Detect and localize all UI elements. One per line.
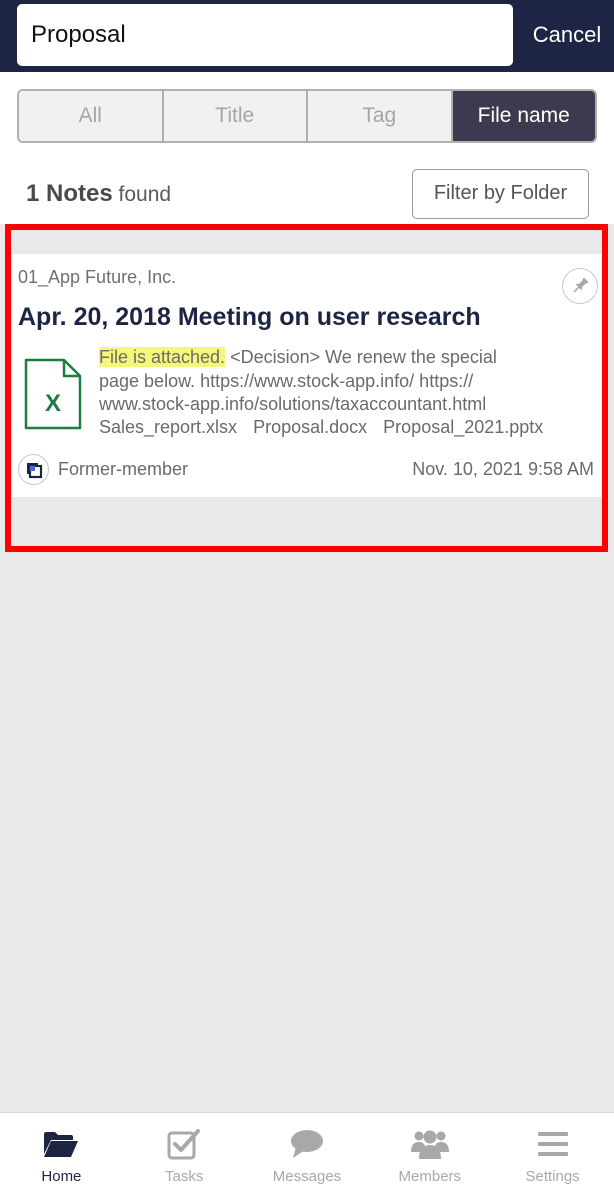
tab-label: Tasks [165,1168,204,1185]
filter-area: All Title Tag File name 1 Notes found Fi… [0,72,614,224]
tab-label: Members [398,1168,462,1185]
folder-open-icon [42,1127,80,1161]
results-count-number: 1 Notes [26,180,113,207]
filter-by-folder-button[interactable]: Filter by Folder [412,169,589,219]
menu-icon [534,1127,572,1161]
tab-bar: Home Tasks Messages Members Settings [0,1112,614,1201]
speech-bubble-icon [288,1127,326,1161]
search-scope-selector: All Title Tag File name [17,89,597,143]
highlight-frame [5,224,608,552]
tab-label: Messages [272,1168,342,1185]
tab-home[interactable]: Home [0,1113,123,1201]
cancel-button[interactable]: Cancel [520,4,614,66]
checkbox-icon [165,1127,203,1161]
tab-label: Settings [525,1168,580,1185]
people-icon [410,1127,449,1161]
results-count: 1 Notes found [26,180,171,208]
tab-label: Home [41,1168,82,1185]
tab-tasks[interactable]: Tasks [123,1113,246,1201]
search-input[interactable] [17,4,513,66]
tab-members[interactable]: Members [368,1113,491,1201]
tab-settings[interactable]: Settings [491,1113,614,1201]
segment-title[interactable]: Title [163,91,308,141]
search-bar: Cancel [0,0,614,72]
segment-all[interactable]: All [19,91,164,141]
tab-messages[interactable]: Messages [246,1113,369,1201]
segment-file-name[interactable]: File name [452,91,595,141]
segment-tag[interactable]: Tag [308,91,453,141]
results-count-suffix: found [118,183,172,206]
